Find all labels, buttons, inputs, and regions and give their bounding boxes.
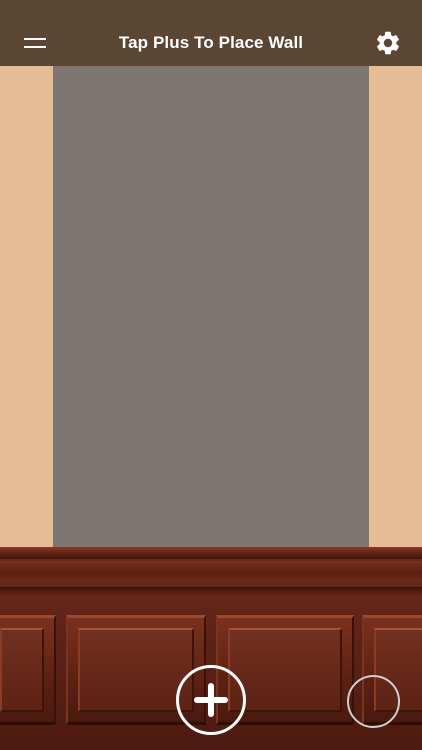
wainscot-rail-shadow bbox=[0, 587, 422, 597]
menu-button[interactable] bbox=[24, 34, 48, 52]
room-wall-right bbox=[369, 66, 422, 547]
wood-panel bbox=[0, 615, 56, 725]
menu-line-top bbox=[24, 38, 46, 40]
add-wall-button[interactable] bbox=[176, 665, 246, 735]
capture-button[interactable] bbox=[347, 675, 400, 728]
wood-panel-inset bbox=[0, 628, 44, 712]
page-title: Tap Plus To Place Wall bbox=[118, 33, 304, 52]
top-navigation-bar: Tap Plus To Place Wall bbox=[0, 0, 422, 66]
plus-icon-vertical bbox=[208, 683, 214, 717]
gear-icon bbox=[377, 31, 399, 55]
menu-line-bottom bbox=[24, 46, 46, 48]
wainscot-cap-molding bbox=[0, 547, 422, 559]
ar-camera-view[interactable] bbox=[0, 66, 422, 750]
wainscot-top-rail bbox=[0, 561, 422, 583]
room-wall-left bbox=[0, 66, 53, 547]
placed-wall-preview[interactable] bbox=[53, 66, 369, 547]
settings-button[interactable] bbox=[374, 29, 402, 57]
